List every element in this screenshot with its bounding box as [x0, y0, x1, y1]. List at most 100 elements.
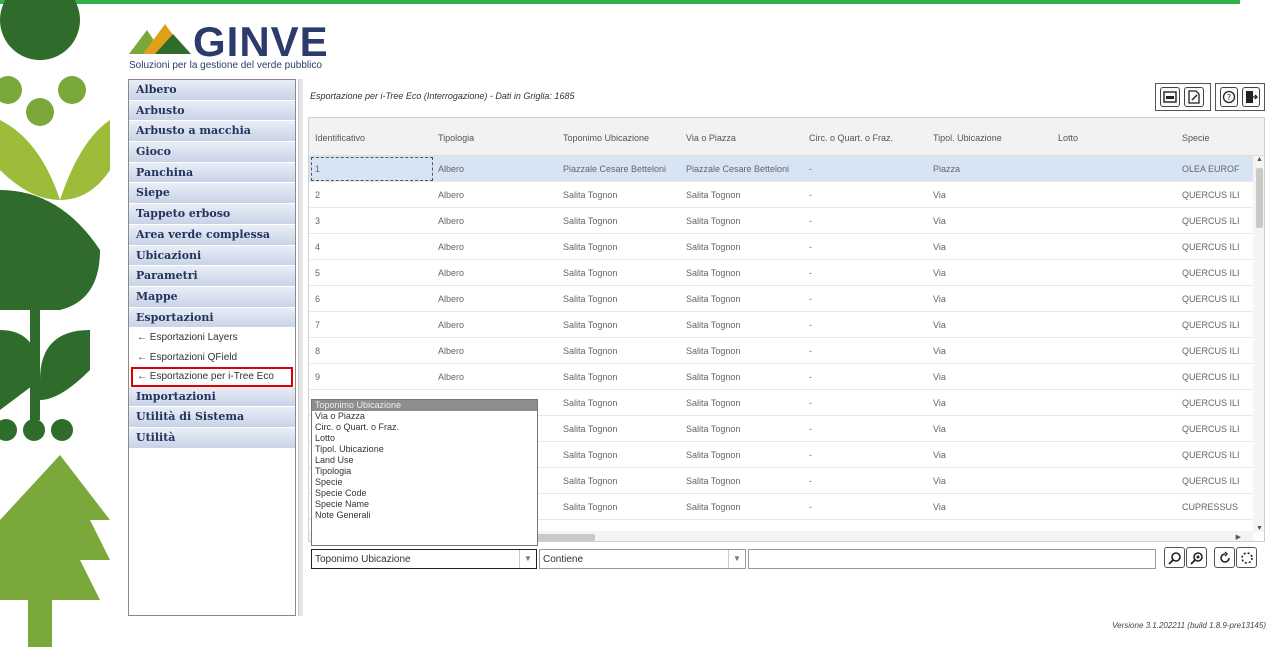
- table-row[interactable]: 4 Albero Salita Tognon Salita Tognon - Via QUE…: [309, 234, 1253, 260]
- refresh-button[interactable]: [1214, 547, 1235, 568]
- table-row[interactable]: 5 Albero Salita Tognon Salita Tognon - Via QUE…: [309, 260, 1253, 286]
- table-cell[interactable]: 3: [315, 216, 320, 226]
- table-cell[interactable]: CUPRESSUS: [1182, 502, 1238, 512]
- filter-operator-select[interactable]: Contiene ▼: [539, 549, 746, 569]
- table-cell[interactable]: QUERCUS ILI: [1182, 450, 1240, 460]
- table-cell[interactable]: Via: [933, 268, 946, 278]
- table-cell[interactable]: Salita Tognon: [686, 502, 740, 512]
- dropdown-option[interactable]: Specie: [312, 477, 537, 488]
- table-cell[interactable]: QUERCUS ILI: [1182, 346, 1240, 356]
- table-cell[interactable]: Piazza: [933, 164, 960, 174]
- table-cell[interactable]: Salita Tognon: [686, 450, 740, 460]
- table-cell[interactable]: Salita Tognon: [686, 216, 740, 226]
- table-cell[interactable]: Albero: [438, 294, 464, 304]
- table-cell[interactable]: Albero: [438, 190, 464, 200]
- chevron-down-icon[interactable]: ▼: [728, 550, 745, 568]
- nav-sub-esportazione-itree-eco[interactable]: ← Esportazione per i-Tree Eco: [131, 367, 293, 387]
- table-cell[interactable]: Via: [933, 346, 946, 356]
- table-cell[interactable]: Salita Tognon: [563, 346, 617, 356]
- nav-albero[interactable]: Albero: [129, 80, 295, 101]
- col-specie[interactable]: Specie: [1182, 133, 1210, 143]
- table-cell[interactable]: Salita Tognon: [686, 398, 740, 408]
- scroll-right-icon[interactable]: ▶: [1236, 533, 1241, 541]
- chevron-down-icon[interactable]: ▼: [519, 550, 536, 568]
- table-cell[interactable]: -: [809, 372, 812, 382]
- table-cell[interactable]: Salita Tognon: [686, 320, 740, 330]
- table-cell[interactable]: Albero: [438, 164, 464, 174]
- nav-siepe[interactable]: Siepe: [129, 183, 295, 205]
- table-cell[interactable]: 2: [315, 190, 320, 200]
- table-row[interactable]: 6 Albero Salita Tognon Salita Tognon - Via QUE…: [309, 286, 1253, 312]
- nav-gioco[interactable]: Gioco: [129, 142, 295, 163]
- clear-filter-button[interactable]: [1236, 547, 1257, 568]
- nav-esportazioni[interactable]: Esportazioni: [129, 307, 295, 329]
- nav-arbusto-a-macchia[interactable]: Arbusto a macchia: [129, 121, 295, 143]
- dropdown-option[interactable]: Lotto: [312, 433, 537, 444]
- table-cell[interactable]: Salita Tognon: [686, 476, 740, 486]
- table-cell[interactable]: -: [809, 502, 812, 512]
- col-toponimo-ubicazione[interactable]: Toponimo Ubicazione: [563, 133, 649, 143]
- table-cell[interactable]: Salita Tognon: [563, 242, 617, 252]
- nav-panchina[interactable]: Panchina: [129, 162, 295, 184]
- table-cell[interactable]: 8: [315, 346, 320, 356]
- table-cell[interactable]: Salita Tognon: [686, 346, 740, 356]
- table-cell[interactable]: -: [809, 450, 812, 460]
- table-cell[interactable]: Albero: [438, 320, 464, 330]
- table-row[interactable]: 3 Albero Salita Tognon Salita Tognon - Via QUE…: [309, 208, 1253, 234]
- table-cell[interactable]: QUERCUS ILI: [1182, 268, 1240, 278]
- table-cell[interactable]: -: [809, 294, 812, 304]
- table-cell[interactable]: -: [809, 190, 812, 200]
- nav-importazioni[interactable]: Importazioni: [129, 386, 295, 408]
- table-cell[interactable]: Via: [933, 398, 946, 408]
- col-tipol-ubicazione[interactable]: Tipol. Ubicazione: [933, 133, 1002, 143]
- export-xml-button[interactable]: [1160, 87, 1180, 107]
- table-cell[interactable]: -: [809, 346, 812, 356]
- filter-field-select[interactable]: Toponimo Ubicazione ▼: [311, 549, 537, 569]
- nav-ubicazioni[interactable]: Ubicazioni: [129, 245, 295, 267]
- dropdown-option[interactable]: Note Generali: [312, 510, 537, 521]
- table-cell[interactable]: Salita Tognon: [563, 476, 617, 486]
- col-via-o-piazza[interactable]: Via o Piazza: [686, 133, 736, 143]
- table-cell[interactable]: Via: [933, 450, 946, 460]
- table-cell[interactable]: Salita Tognon: [686, 424, 740, 434]
- search-button[interactable]: [1164, 547, 1185, 568]
- table-cell[interactable]: QUERCUS ILI: [1182, 190, 1240, 200]
- table-cell[interactable]: QUERCUS ILI: [1182, 294, 1240, 304]
- table-cell[interactable]: Piazzale Cesare Betteloni: [563, 164, 666, 174]
- table-row[interactable]: 8 Albero Salita Tognon Salita Tognon - Via QUE…: [309, 338, 1253, 364]
- table-cell[interactable]: Salita Tognon: [563, 294, 617, 304]
- table-cell[interactable]: -: [809, 476, 812, 486]
- table-cell[interactable]: 4: [315, 242, 320, 252]
- table-cell[interactable]: Albero: [438, 216, 464, 226]
- table-cell[interactable]: Salita Tognon: [686, 294, 740, 304]
- filter-value-input[interactable]: [748, 549, 1156, 569]
- table-row[interactable]: 9 Albero Salita Tognon Salita Tognon - Via QUE…: [309, 364, 1253, 390]
- panel-splitter[interactable]: [298, 79, 303, 616]
- table-cell[interactable]: Via: [933, 190, 946, 200]
- nav-utilita[interactable]: Utilità: [129, 428, 295, 449]
- table-cell[interactable]: Salita Tognon: [686, 190, 740, 200]
- nav-sub-esportazioni-qfield[interactable]: ← Esportazioni QField: [129, 348, 295, 368]
- table-cell[interactable]: -: [809, 268, 812, 278]
- dropdown-option[interactable]: Circ. o Quart. o Fraz.: [312, 422, 537, 433]
- table-cell[interactable]: Via: [933, 502, 946, 512]
- table-cell[interactable]: Salita Tognon: [686, 268, 740, 278]
- col-identificativo[interactable]: Identificativo: [315, 133, 365, 143]
- table-cell[interactable]: QUERCUS ILI: [1182, 476, 1240, 486]
- table-cell[interactable]: 6: [315, 294, 320, 304]
- table-cell[interactable]: Salita Tognon: [563, 372, 617, 382]
- table-cell[interactable]: Via: [933, 294, 946, 304]
- table-cell[interactable]: QUERCUS ILI: [1182, 372, 1240, 382]
- table-cell[interactable]: QUERCUS ILI: [1182, 242, 1240, 252]
- dropdown-option[interactable]: Tipol. Ubicazione: [312, 444, 537, 455]
- table-cell[interactable]: Albero: [438, 268, 464, 278]
- table-cell[interactable]: QUERCUS ILI: [1182, 398, 1240, 408]
- vertical-scrollbar[interactable]: ▲ ▼: [1253, 156, 1264, 532]
- table-row[interactable]: 2 Albero Salita Tognon Salita Tognon - Via QUE…: [309, 182, 1253, 208]
- exit-button[interactable]: [1242, 87, 1260, 107]
- table-cell[interactable]: -: [809, 242, 812, 252]
- table-cell[interactable]: Albero: [438, 346, 464, 356]
- edit-document-button[interactable]: [1184, 87, 1204, 107]
- table-cell[interactable]: 7: [315, 320, 320, 330]
- table-cell[interactable]: 5: [315, 268, 320, 278]
